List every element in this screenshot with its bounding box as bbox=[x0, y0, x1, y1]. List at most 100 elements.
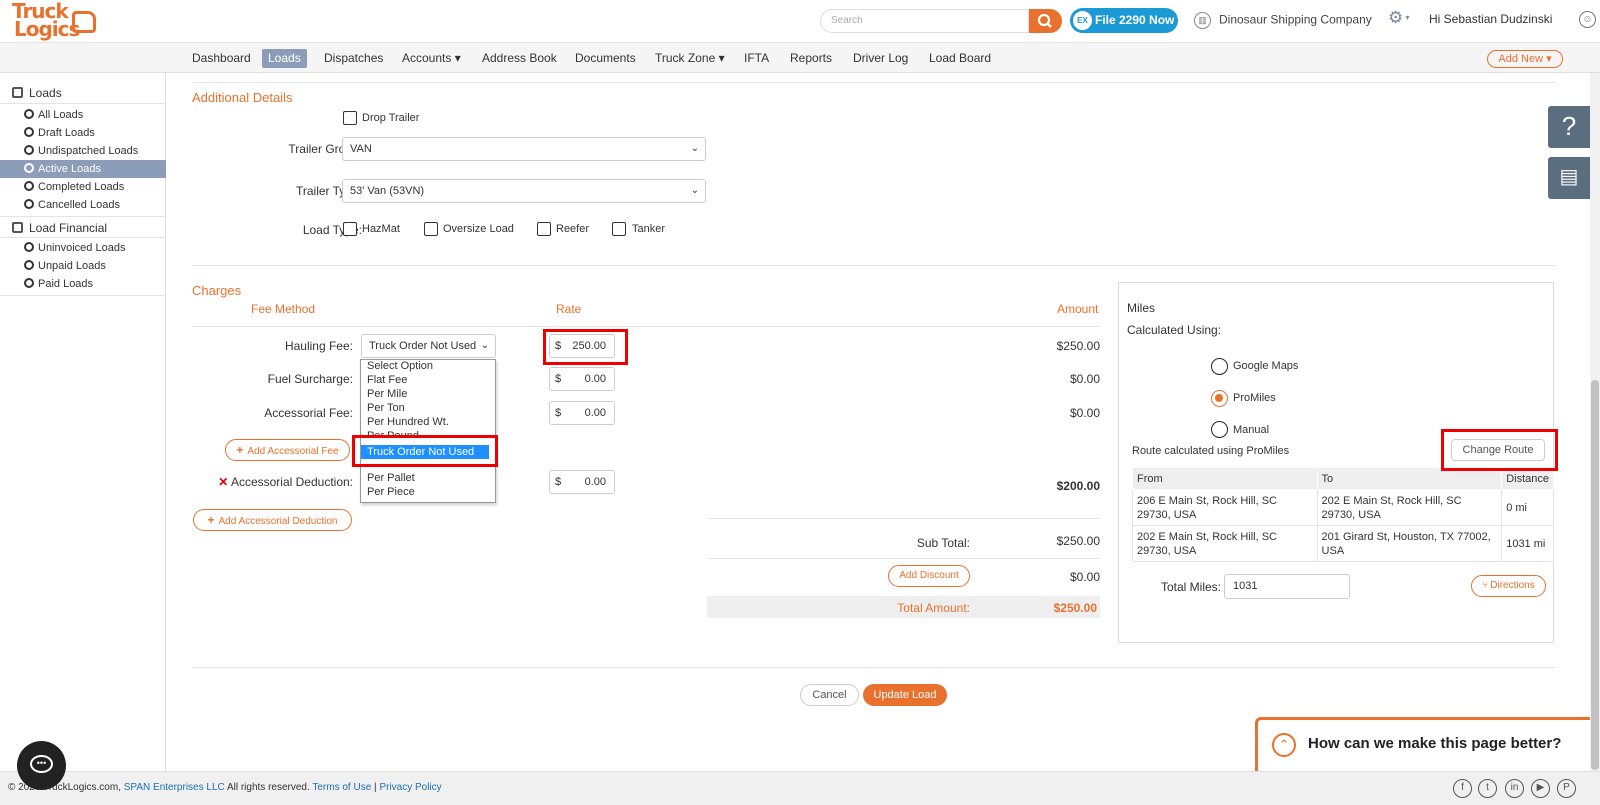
dropdown-option[interactable]: Per Pallet bbox=[367, 472, 415, 485]
user-avatar-icon[interactable]: ☺ bbox=[1579, 11, 1596, 28]
settings-gear-icon[interactable]: ⚙ ▾ bbox=[1388, 8, 1410, 28]
dropdown-option[interactable]: Per Ton bbox=[367, 402, 405, 415]
trailer-type-select[interactable]: 53' Van (53VN) ⌄ bbox=[342, 179, 706, 203]
nav-dispatches[interactable]: Dispatches bbox=[318, 49, 389, 68]
scrollbar-thumb[interactable] bbox=[1591, 380, 1599, 770]
sidebar-item-undispatched-loads[interactable]: Undispatched Loads bbox=[0, 142, 166, 160]
col-fee-method: Fee Method bbox=[251, 302, 316, 316]
dropdown-option[interactable]: Flat Fee bbox=[367, 374, 407, 387]
sidebar-item-active-loads[interactable]: Active Loads bbox=[0, 160, 166, 178]
footer-copyright: © 2023 TruckLogics.com, SPAN Enterprises… bbox=[8, 782, 442, 793]
sidebar-item-draft-loads[interactable]: Draft Loads bbox=[0, 124, 166, 142]
add-new-button[interactable]: Add New ▾ bbox=[1487, 50, 1563, 68]
help-question-icon[interactable]: ? bbox=[1548, 106, 1590, 148]
oversize-load-checkbox[interactable] bbox=[424, 222, 438, 236]
nav-dashboard[interactable]: Dashboard bbox=[186, 49, 257, 68]
sidebar-item-label: Active Loads bbox=[38, 163, 101, 175]
linkedin-icon[interactable]: in bbox=[1505, 779, 1524, 798]
dropdown-option[interactable]: Per Pound bbox=[367, 430, 419, 438]
discount-amount: $0.00 bbox=[1069, 570, 1100, 584]
sidebar-item-unpaid-loads[interactable]: Unpaid Loads bbox=[0, 257, 166, 275]
chat-bubble-icon: ••• bbox=[30, 755, 53, 773]
dropdown-option[interactable]: Select Option bbox=[367, 360, 433, 373]
search-button[interactable] bbox=[1029, 9, 1062, 33]
add-accessorial-deduction-button[interactable]: + Add Accessorial Deduction bbox=[193, 509, 352, 531]
dropdown-option[interactable]: Per Hundred Wt. bbox=[367, 416, 449, 429]
nav-driver-log[interactable]: Driver Log bbox=[847, 49, 914, 68]
trucklogics-logo[interactable]: Truck Logics bbox=[12, 1, 96, 40]
facebook-icon[interactable]: f bbox=[1453, 779, 1472, 798]
company-selector[interactable]: ▥ Dinosaur Shipping Company bbox=[1194, 12, 1372, 29]
divider bbox=[192, 265, 1555, 266]
sidebar-item-all-loads[interactable]: All Loads bbox=[0, 106, 166, 124]
accessorial-deduction-rate-input[interactable]: $0.00 bbox=[549, 470, 615, 494]
total-miles-input[interactable]: 1031 bbox=[1224, 574, 1350, 599]
terms-link[interactable]: Terms of Use bbox=[312, 782, 371, 793]
remove-x-icon[interactable]: ✕ bbox=[218, 475, 228, 489]
sidebar-item-cancelled-loads[interactable]: Cancelled Loads bbox=[0, 196, 166, 214]
feedback-widget[interactable]: ⌃ How can we make this page better? bbox=[1255, 717, 1600, 771]
sidebar-head-load-financial[interactable]: Load Financial bbox=[0, 216, 166, 238]
manual-label: Manual bbox=[1233, 424, 1270, 436]
add-accessorial-fee-button[interactable]: + Add Accessorial Fee bbox=[225, 439, 350, 461]
nav-reports[interactable]: Reports bbox=[784, 49, 838, 68]
nav-truck-zone[interactable]: Truck Zone ▾ bbox=[649, 49, 731, 68]
file-2290-button[interactable]: EX File 2290 Now bbox=[1070, 8, 1178, 33]
nav-accounts[interactable]: Accounts ▾ bbox=[396, 49, 467, 68]
plus-icon: + bbox=[236, 443, 244, 457]
pinterest-icon[interactable]: P bbox=[1557, 779, 1576, 798]
reefer-checkbox[interactable] bbox=[537, 222, 551, 236]
hauling-fee-method-select[interactable]: Truck Order Not Used ⌄ bbox=[361, 334, 496, 358]
google-maps-radio[interactable] bbox=[1211, 358, 1228, 375]
update-load-button[interactable]: Update Load bbox=[863, 684, 947, 706]
sidebar-head-loads[interactable]: Loads bbox=[0, 82, 166, 104]
circle-icon bbox=[24, 199, 34, 209]
fee-method-dropdown-list[interactable]: Select Option Flat Fee Per Mile Per Ton … bbox=[360, 359, 496, 503]
drop-trailer-checkbox[interactable] bbox=[343, 111, 357, 125]
promiles-radio[interactable] bbox=[1211, 390, 1228, 407]
drop-trailer-label: Drop Trailer bbox=[362, 112, 420, 124]
currency-symbol: $ bbox=[555, 476, 562, 488]
sidebar-item-completed-loads[interactable]: Completed Loads bbox=[0, 178, 166, 196]
hauling-fee-label: Hauling Fee: bbox=[284, 339, 353, 353]
add-discount-button[interactable]: Add Discount bbox=[888, 565, 970, 587]
route-to: 201 Girard St, Houston, TX 77002, USA bbox=[1316, 525, 1503, 562]
search-input[interactable]: Search bbox=[820, 9, 1029, 33]
sidebar-item-label: Cancelled Loads bbox=[38, 199, 120, 211]
circle-icon bbox=[24, 163, 34, 173]
dropdown-option-selected[interactable]: Truck Order Not Used bbox=[361, 445, 489, 459]
span-enterprises-link[interactable]: SPAN Enterprises LLC bbox=[124, 782, 225, 793]
nav-address-book[interactable]: Address Book bbox=[476, 49, 563, 68]
sidebar: Loads All Loads Draft Loads Undispatched… bbox=[0, 73, 166, 785]
trailer-group-select[interactable]: VAN ⌄ bbox=[342, 137, 706, 161]
tanker-checkbox[interactable] bbox=[612, 222, 626, 236]
manual-radio[interactable] bbox=[1211, 421, 1228, 438]
trailer-group-value: VAN bbox=[350, 143, 372, 155]
nav-documents[interactable]: Documents bbox=[569, 49, 642, 68]
activity-log-icon[interactable]: ▤ bbox=[1548, 157, 1590, 199]
fuel-surcharge-rate-input[interactable]: $0.00 bbox=[549, 367, 615, 391]
directions-button[interactable]: ⑂ Directions bbox=[1471, 575, 1546, 597]
twitter-icon[interactable]: t bbox=[1478, 779, 1497, 798]
user-greeting[interactable]: Hi Sebastian Dudzinski bbox=[1429, 12, 1552, 26]
sidebar-item-uninvoiced-loads[interactable]: Uninvoiced Loads bbox=[0, 239, 166, 257]
route-from: 206 E Main St, Rock Hill, SC 29730, USA bbox=[1132, 489, 1318, 526]
cancel-button[interactable]: Cancel bbox=[800, 684, 859, 706]
youtube-icon[interactable]: ▶ bbox=[1531, 779, 1550, 798]
dropdown-option[interactable]: Per Mile bbox=[367, 388, 407, 401]
change-route-button[interactable]: Change Route bbox=[1451, 439, 1545, 461]
total-amount: $250.00 bbox=[1053, 601, 1097, 615]
dropdown-option[interactable]: Per Piece bbox=[367, 486, 415, 499]
divider bbox=[192, 326, 1100, 327]
hauling-fee-rate-input[interactable]: $250.00 bbox=[549, 334, 615, 358]
privacy-link[interactable]: Privacy Policy bbox=[379, 782, 441, 793]
nav-load-board[interactable]: Load Board bbox=[923, 49, 997, 68]
sidebar-item-paid-loads[interactable]: Paid Loads bbox=[0, 275, 166, 293]
nav-ifta[interactable]: IFTA bbox=[738, 49, 775, 68]
accessorial-fee-rate-input[interactable]: $0.00 bbox=[549, 401, 615, 425]
calculated-using-label: Calculated Using: bbox=[1127, 323, 1222, 337]
hazmat-checkbox[interactable] bbox=[343, 222, 357, 236]
chat-widget[interactable]: ••• bbox=[17, 741, 66, 790]
col-amount: Amount bbox=[1057, 302, 1099, 316]
nav-loads[interactable]: Loads bbox=[262, 49, 307, 68]
